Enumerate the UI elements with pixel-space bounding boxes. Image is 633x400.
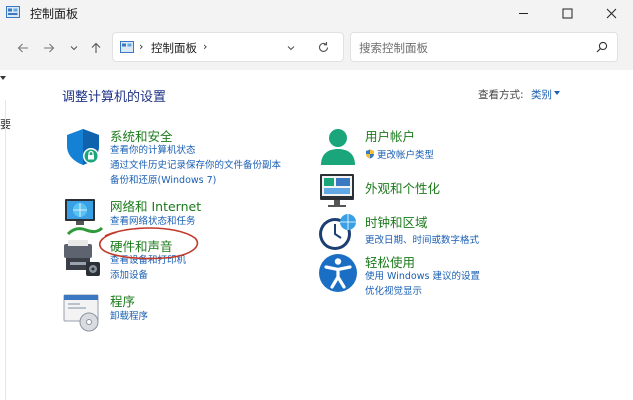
category-link[interactable]: 更改帐户类型 [365, 147, 434, 161]
monitor-icon[interactable] [317, 170, 359, 212]
category-ease-of-access: 轻松使用 使用 Windows 建议的设置 优化视觉显示 [317, 252, 567, 302]
category-clock-region: 时钟和区域 更改日期、时间或数字格式 [317, 212, 567, 252]
category-hardware-sound: 硬件和声音 查看设备和打印机 添加设备 [62, 236, 312, 282]
category-user-accounts: 用户帐户 更改帐户类型 [317, 126, 567, 168]
breadcrumb-separator[interactable]: › [203, 40, 207, 53]
programs-icon[interactable] [62, 291, 104, 333]
category-link[interactable]: 通过文件历史记录保存你的文件备份副本 [110, 157, 281, 171]
category-network-internet: 网络和 Internet 查看网络状态和任务 [62, 196, 312, 236]
globe-network-icon[interactable] [62, 196, 104, 238]
accessibility-icon[interactable] [317, 252, 359, 294]
category-link[interactable]: 查看你的计算机状态 [110, 142, 196, 156]
title-bar: 控制面板 [0, 0, 633, 26]
view-mode-label: 查看方式: [478, 89, 524, 101]
category-programs: 程序 卸载程序 [62, 291, 312, 333]
forward-button[interactable] [38, 37, 60, 59]
maximize-button[interactable] [545, 0, 589, 26]
category-title[interactable]: 时钟和区域 [365, 212, 428, 231]
page-title: 调整计算机的设置 [62, 90, 167, 105]
category-appearance: 外观和个性化 [317, 170, 567, 207]
category-system-security: 系统和安全 查看你的计算机状态 通过文件历史记录保存你的文件备份副本 备份和还原… [62, 126, 312, 186]
navigation-pane-edge: 要 [0, 70, 11, 400]
chevron-down-icon [70, 46, 78, 51]
printer-icon[interactable] [62, 236, 104, 278]
category-link[interactable]: 卸载程序 [110, 308, 148, 322]
expand-arrow-icon[interactable] [0, 76, 6, 80]
search-input[interactable]: 搜索控制面板 [350, 32, 618, 62]
uac-shield-icon [366, 149, 374, 159]
chevron-down-icon[interactable] [554, 91, 560, 95]
address-toolbar: › 控制面板 › 搜索控制面板 [0, 26, 633, 70]
category-link[interactable]: 使用 Windows 建议的设置 [365, 268, 480, 282]
category-link[interactable]: 查看设备和打印机 [110, 252, 186, 266]
view-mode-select[interactable]: 类别 [531, 87, 552, 102]
control-panel-icon [120, 41, 134, 53]
breadcrumb-control-panel[interactable]: 控制面板 [151, 40, 197, 56]
arrow-left-icon [17, 43, 28, 53]
category-link[interactable]: 查看网络状态和任务 [110, 213, 196, 227]
minimize-button[interactable] [501, 0, 545, 26]
category-link[interactable]: 更改日期、时间或数字格式 [365, 232, 479, 246]
pane-divider [5, 100, 6, 400]
clock-icon[interactable] [317, 212, 359, 254]
minimize-icon [518, 12, 528, 14]
window-title: 控制面板 [30, 7, 79, 21]
category-link[interactable]: 优化视觉显示 [365, 283, 422, 297]
arrow-up-icon [91, 42, 101, 53]
category-title[interactable]: 用户帐户 [365, 126, 415, 145]
refresh-icon[interactable] [317, 41, 330, 54]
category-title[interactable]: 外观和个性化 [365, 178, 440, 197]
maximize-icon [562, 8, 572, 18]
close-button[interactable] [589, 0, 633, 26]
address-field[interactable]: › 控制面板 › [112, 32, 344, 62]
control-panel-icon [6, 6, 20, 18]
close-icon [606, 8, 616, 18]
chevron-down-icon[interactable] [285, 42, 297, 54]
arrow-right-icon [44, 43, 55, 53]
shield-icon[interactable] [62, 126, 104, 168]
recent-locations-button[interactable] [63, 37, 85, 59]
category-link[interactable]: 添加设备 [110, 267, 148, 281]
up-button[interactable] [85, 37, 107, 59]
back-button[interactable] [12, 37, 34, 59]
breadcrumb-separator[interactable]: › [139, 40, 143, 53]
category-link-text[interactable]: 更改帐户类型 [377, 150, 434, 161]
search-placeholder: 搜索控制面板 [359, 41, 428, 55]
user-icon[interactable] [317, 126, 359, 168]
search-icon [596, 41, 608, 53]
category-link[interactable]: 备份和还原(Windows 7) [110, 172, 216, 186]
